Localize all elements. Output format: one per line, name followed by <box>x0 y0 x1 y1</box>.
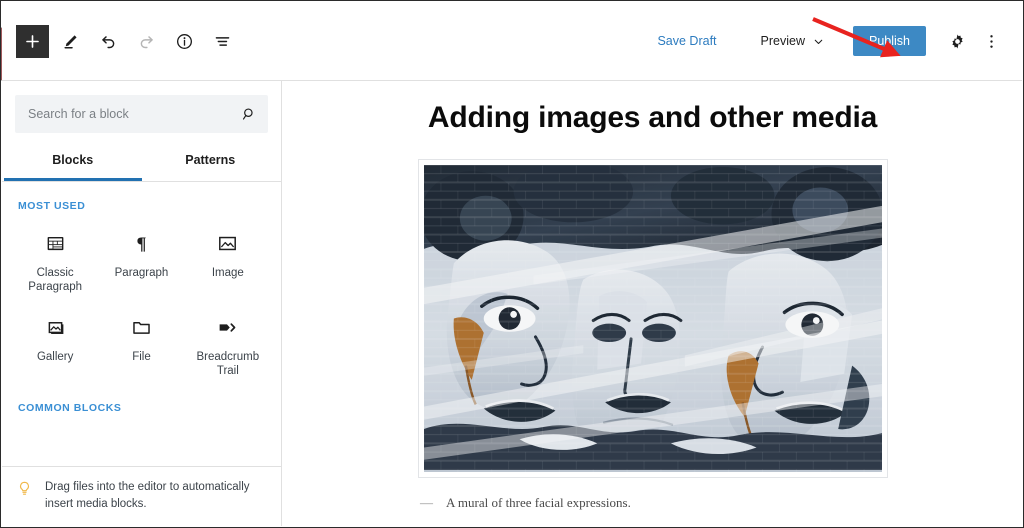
publish-button[interactable]: Publish <box>853 26 926 56</box>
tab-blocks[interactable]: Blocks <box>4 143 142 181</box>
search-input[interactable] <box>16 96 267 132</box>
search-field[interactable] <box>15 95 268 133</box>
details-button[interactable] <box>167 24 201 58</box>
edit-tool-button[interactable] <box>53 24 87 58</box>
options-menu-button[interactable] <box>974 24 1008 58</box>
undo-icon <box>101 35 114 48</box>
block-label: File <box>132 351 151 364</box>
block-label: Breadcrumb Trail <box>196 351 260 378</box>
classic-paragraph-icon <box>45 228 66 258</box>
block-item-paragraph[interactable]: ¶ Paragraph <box>98 218 184 300</box>
editor-toolbar: Save Draft Preview Publish <box>2 2 1022 81</box>
mural-image <box>423 165 882 472</box>
image-block[interactable] <box>417 159 888 478</box>
tab-patterns[interactable]: Patterns <box>142 143 280 181</box>
settings-button[interactable] <box>940 24 974 58</box>
redo-button[interactable] <box>129 24 163 58</box>
plus-icon <box>26 34 39 48</box>
search-container <box>2 81 281 143</box>
save-draft-button[interactable]: Save Draft <box>647 28 726 54</box>
toolbar-right-group: Save Draft Preview Publish <box>647 24 1022 58</box>
page-title[interactable]: Adding images and other media <box>283 81 1022 135</box>
svg-text:¶: ¶ <box>137 233 147 253</box>
gallery-icon <box>45 312 66 342</box>
file-icon <box>131 312 152 342</box>
block-grid-most-used: Classic Paragraph ¶ Paragraph Image Gall… <box>12 218 271 384</box>
block-inserter-panel: Blocks Patterns MOST USED <box>2 81 282 526</box>
block-item-file[interactable]: File <box>98 302 184 384</box>
more-vertical-icon <box>989 34 993 48</box>
pencil-icon <box>63 34 77 48</box>
editor-canvas[interactable]: Adding images and other media — A mural … <box>283 81 1022 526</box>
preview-label: Preview <box>760 34 805 48</box>
block-label: Paragraph <box>114 267 169 279</box>
block-label: Classic Paragraph <box>28 267 83 294</box>
paragraph-icon: ¶ <box>131 228 152 258</box>
chevron-down-icon <box>814 39 823 44</box>
block-editor-window: Save Draft Preview Publish Search for a … <box>0 0 1024 528</box>
list-view-button[interactable] <box>205 24 239 58</box>
image-caption[interactable]: A mural of three facial expressions. <box>446 495 631 511</box>
section-heading-most-used: MOST USED <box>18 200 86 212</box>
breadcrumb-trail-icon <box>217 312 238 342</box>
image-icon <box>217 228 238 258</box>
list-view-icon <box>215 36 229 46</box>
search-icon <box>241 106 257 122</box>
preview-button[interactable]: Preview <box>749 28 837 54</box>
section-heading-common-blocks: COMMON BLOCKS <box>18 402 122 415</box>
block-item-gallery[interactable]: Gallery <box>12 302 98 384</box>
redo-icon <box>140 35 153 48</box>
info-icon <box>176 33 192 49</box>
inserter-tabs: Blocks Patterns <box>2 143 281 182</box>
tip-text: Drag files into the editor to automatica… <box>45 481 250 510</box>
gear-icon <box>951 33 963 49</box>
undo-button[interactable] <box>91 24 125 58</box>
block-item-breadcrumb-trail[interactable]: Breadcrumb Trail <box>185 302 271 384</box>
block-item-classic-paragraph[interactable]: Classic Paragraph <box>12 218 98 300</box>
block-label: Image <box>211 267 244 279</box>
lightbulb-icon <box>16 480 33 497</box>
inserter-tip: Drag files into the editor to automatica… <box>2 466 281 526</box>
block-label: Gallery <box>36 351 74 364</box>
inserter-content[interactable]: MOST USED Classic Paragraph ¶ Paragraph … <box>2 182 281 466</box>
image-caption-row[interactable]: — A mural of three facial expressions. <box>283 495 1022 511</box>
toolbar-left-group <box>2 24 239 58</box>
add-block-button[interactable] <box>16 24 49 58</box>
caption-dash: — <box>420 495 433 510</box>
block-item-image[interactable]: Image <box>185 218 271 300</box>
